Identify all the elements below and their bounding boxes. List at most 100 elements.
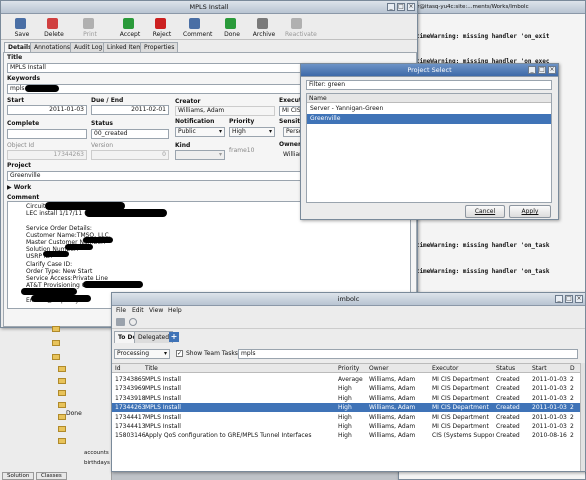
print-button[interactable]: Print <box>77 14 107 40</box>
folder-icon[interactable] <box>58 390 66 396</box>
folder-icon[interactable] <box>58 378 66 384</box>
column-header-name[interactable]: Name <box>307 94 551 103</box>
bottom-tab-classes[interactable]: Classes <box>36 472 67 480</box>
task-search-input[interactable]: mpls <box>238 349 578 359</box>
project-item[interactable]: Server - Yannigan-Green <box>307 104 551 114</box>
table-row[interactable]: 17343918 MPLS Install High Williams, Adam MI… <box>112 394 580 403</box>
table-row[interactable]: 17343865 MPLS Install Average Williams, Ada… <box>112 375 580 384</box>
project-label: Project <box>7 162 32 169</box>
creator-label: Creator <box>175 98 201 105</box>
minimize-icon[interactable]: _ <box>387 3 395 11</box>
task-grid: Id Title Priority Owner Executor Status Start D… <box>112 363 580 471</box>
filter-input[interactable]: Filter: green <box>306 80 552 90</box>
column-header[interactable]: Executor <box>432 364 494 373</box>
tab-delegated[interactable]: Delegated <box>134 331 174 343</box>
apply-button[interactable]: Apply <box>509 205 551 218</box>
table-row[interactable]: 17343969 MPLS Install High Williams, Adam MI… <box>112 384 580 393</box>
table-row[interactable]: 17344413 MPLS Install High Williams, Adam MI… <box>112 422 580 431</box>
save-button[interactable]: Save <box>9 14 39 40</box>
cancel-button[interactable]: Cancel <box>465 205 505 218</box>
menu-file[interactable]: File <box>116 307 126 314</box>
tab-properties[interactable]: Properties <box>140 42 179 52</box>
folder-icon[interactable] <box>58 366 66 372</box>
add-tab-icon[interactable]: + <box>169 332 179 342</box>
close-icon[interactable]: × <box>407 3 415 11</box>
menu-help[interactable]: Help <box>168 307 182 314</box>
due-field[interactable]: 2011-02-01 <box>91 105 169 115</box>
column-header[interactable]: Priority <box>338 364 368 373</box>
table-cell: 17344263 <box>115 404 145 412</box>
table-row[interactable]: 17344417 MPLS Install High Williams, Adam MI… <box>112 413 580 422</box>
archive-button[interactable]: Archive <box>251 14 281 40</box>
kind-select[interactable] <box>175 150 225 160</box>
table-cell: Created <box>496 413 520 421</box>
processing-select[interactable]: Processing <box>114 349 170 359</box>
maximize-icon[interactable]: □ <box>397 3 405 11</box>
reject-button[interactable]: Reject <box>149 14 179 40</box>
table-cell: MI CIS Department <box>432 413 489 421</box>
notification-label: Notification <box>175 118 215 125</box>
table-cell: CIS (Systems Support) <box>432 432 494 440</box>
notification-select[interactable]: Public <box>175 127 225 137</box>
accept-button[interactable]: Accept <box>117 14 147 40</box>
column-header[interactable]: Status <box>496 364 530 373</box>
folder-icon[interactable] <box>58 402 66 408</box>
column-header[interactable]: D <box>570 364 580 373</box>
table-row[interactable]: 15803146 Apply QoS configuration to GRE/M… <box>112 431 580 440</box>
project-select-dialog[interactable]: Project Select _ □ × Filter: green Name … <box>300 63 559 220</box>
folder-icon[interactable] <box>52 326 60 332</box>
reactivate-button[interactable]: Reactivate <box>285 14 317 40</box>
table-cell: Created <box>496 432 520 440</box>
refresh-icon[interactable] <box>129 318 137 326</box>
table-row[interactable]: 17344263 MPLS Install High Williams, Adam MI… <box>112 403 580 413</box>
tree-item-accounts[interactable]: accounts <box>84 450 109 456</box>
project-select-title: Project Select <box>407 66 452 74</box>
project-select-titlebar[interactable]: Project Select _ □ × <box>301 64 558 77</box>
delete-button[interactable]: Delete <box>41 14 71 40</box>
folder-icon[interactable] <box>58 438 66 444</box>
maximize-icon[interactable]: □ <box>565 295 573 303</box>
comment-button[interactable]: Comment <box>183 14 213 40</box>
table-cell: MPLS Install <box>145 394 181 402</box>
terminal-titlebar[interactable]: ...utor@itasq-yu4c:site:...ments/Works/I… <box>399 1 585 14</box>
redaction <box>43 251 69 257</box>
vertical-scrollbar[interactable] <box>580 363 585 471</box>
mpls-titlebar[interactable]: MPLS Install _ □ × <box>1 1 417 14</box>
show-team-label: Show Team Tasks <box>186 350 238 357</box>
column-header[interactable]: Title <box>145 364 335 373</box>
folder-icon[interactable] <box>58 426 66 432</box>
menu-edit[interactable]: Edit <box>132 307 144 314</box>
folder-icon[interactable] <box>52 340 60 346</box>
minimize-icon[interactable]: _ <box>528 66 536 74</box>
minimize-icon[interactable]: _ <box>555 295 563 303</box>
project-item[interactable]: Greenville <box>307 114 551 124</box>
close-icon[interactable]: × <box>575 295 583 303</box>
column-header[interactable]: Id <box>115 364 145 373</box>
task-list-window[interactable]: imbolc _ □ × File Edit View Help To Do Dele… <box>111 292 586 472</box>
tab-annotations[interactable]: Annotations <box>30 42 75 52</box>
done-button[interactable]: Done <box>219 14 249 40</box>
complete-field[interactable] <box>7 129 87 139</box>
menu-view[interactable]: View <box>149 307 163 314</box>
tab-audit-log[interactable]: Audit Log <box>70 42 107 52</box>
folder-icon[interactable] <box>58 414 66 420</box>
version-field: 0 <box>91 150 169 160</box>
bottom-tab-solution[interactable]: Solution <box>2 472 35 480</box>
close-icon[interactable]: × <box>548 66 556 74</box>
folder-icon[interactable] <box>52 354 60 360</box>
column-header[interactable]: Start <box>532 364 568 373</box>
redaction <box>25 85 59 92</box>
start-field[interactable]: 2011-01-03 <box>7 105 87 115</box>
priority-select[interactable]: High <box>229 127 275 137</box>
column-header[interactable]: Owner <box>369 364 431 373</box>
work-expander[interactable]: ▶ Work <box>7 184 31 191</box>
comment-icon <box>189 18 200 29</box>
megaphone-icon[interactable] <box>116 318 125 326</box>
table-cell: 2011-01-03 <box>532 413 567 421</box>
tree-item-birthdays[interactable]: birthdays <box>84 460 110 466</box>
terminal-line: RuntimeWarning: missing handler 'on_task <box>405 242 550 249</box>
maximize-icon[interactable]: □ <box>538 66 546 74</box>
show-team-checkbox[interactable]: ✓ <box>176 350 183 357</box>
reject-icon <box>155 18 166 29</box>
task-titlebar[interactable]: imbolc _ □ × <box>112 293 585 306</box>
